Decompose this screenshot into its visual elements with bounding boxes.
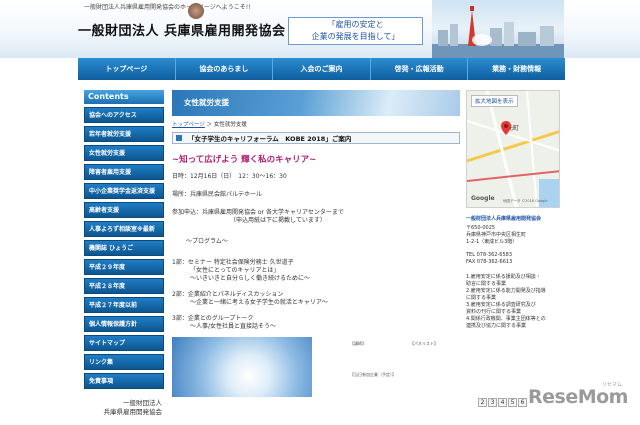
google-logo: Google [471, 195, 495, 202]
resemom-watermark: ReseMom [528, 386, 628, 408]
sidebar-heading: Contents [84, 90, 164, 104]
breadcrumb-separator: ＞ [204, 122, 214, 128]
sidebar-item-links[interactable]: リンク集 [84, 354, 164, 370]
sidebar-org-name: 一般財団法人 兵庫県雇用開発協会 [84, 399, 164, 417]
page-button[interactable]: 6 [518, 398, 527, 407]
program-part-2: 2部：企業紹介とパネルディスカッション [172, 291, 284, 298]
flyer-panelist-label: 【パネリスト】 [410, 341, 438, 346]
apply-note: （申込用紙は下に掲載しています） [230, 217, 326, 224]
enlarge-map-button[interactable]: 拡大地図を表示 [471, 95, 518, 107]
flyer-text-panel: 【講師】 【パネリスト】 【当日参加企業（予定）】 [312, 337, 460, 397]
program-part-1-subtitle: ～いきいきと自分らしく働き続けるために～ [190, 275, 311, 282]
telephone: TEL 078-362-6583 [466, 252, 513, 258]
sidebar-item-privacy[interactable]: 個人情報保護方針 [84, 316, 164, 332]
map-attribution: 地図データ ©2018 Google [503, 199, 548, 203]
pagination: 2 3 4 5 6 [478, 398, 528, 407]
main-content: 女性就労支援 トップページ ＞ 女性就労支援 「女子学生のキャリフォーラム KO… [172, 90, 460, 397]
sidebar-item-sitemap[interactable]: サイトマップ [84, 335, 164, 351]
nav-item-about[interactable]: 協会のあらまし [176, 58, 274, 80]
welcome-text: 一般財団法人兵庫県雇用開発協会のホームページへようこそ!! [84, 4, 251, 11]
flyer-companies-label: 【当日参加企業（予定）】 [350, 372, 396, 377]
slogan-box: 「雇用の安定と 企業の発展を目指して」 [288, 17, 423, 45]
breadcrumb-current: 女性就労支援 [213, 122, 247, 128]
kobe-skyline-image [432, 0, 564, 58]
event-flyer[interactable]: 【講師】 【パネリスト】 【当日参加企業（予定）】 [172, 337, 460, 397]
program-heading: ～プログラム～ [186, 238, 228, 245]
sidebar-item-h28[interactable]: 平成２８年度 [84, 278, 164, 294]
business-item: 助言に関する事業 [466, 281, 507, 287]
event-date: 日時：12月16日（日） 12：30～16：30 [172, 173, 287, 180]
address-line-1: 兵庫県神戸市中央区相生町 [466, 232, 527, 238]
slogan-line-2: 企業の発展を目指して」 [311, 32, 400, 41]
program-part-1: 1部：セミナー 特定社会保険労務士 久世道子 [172, 259, 294, 266]
nav-item-membership[interactable]: 入会のご案内 [273, 58, 371, 80]
apply-info: 参加申込：兵庫県雇用開発協会 or 各大学キャリアセンターまで [172, 209, 344, 216]
breadcrumb: トップページ ＞ 女性就労支援 [172, 120, 460, 128]
sidebar-item-disability[interactable]: 障害者雇用支援 [84, 164, 164, 180]
address-line-2: 1-2-1（東成ビル3階） [466, 239, 518, 245]
sidebar-item-magazine[interactable]: 機関誌 ひょうご [84, 240, 164, 256]
breadcrumb-home-link[interactable]: トップページ [172, 122, 205, 128]
page-button[interactable]: 2 [478, 398, 487, 407]
site-header: 一般財団法人兵庫県雇用開発協会のホームページへようこそ!! 一般財団法人 兵庫県… [0, 0, 640, 58]
business-item: 資料の刊行に関する事業 [466, 309, 522, 315]
nav-item-top[interactable]: トップページ [78, 58, 176, 80]
map-roads [467, 91, 559, 207]
sidebar-item-access[interactable]: 協会へのアクセス [84, 107, 164, 123]
business-list: 1.雇用安定に係る援助及び相談・ 助言に関する事業 2.雇用安定に係る能力開発及… [466, 274, 560, 330]
sidebar-item-youth[interactable]: 若年者就労支援 [84, 126, 164, 142]
sidebar-item-h27[interactable]: 平成２７年度以前 [84, 297, 164, 313]
port-tower-illustration [432, 6, 564, 58]
site-title[interactable]: 一般財団法人 兵庫県雇用開発協会 [78, 20, 286, 39]
article-title: 「女子学生のキャリフォーラム KOBE 2018」ご案内 [188, 135, 352, 143]
program-part-3: 3部：企業とのグループトーク [172, 315, 254, 322]
access-map[interactable]: 拡大地図を表示 元町 Google 地図データ ©2018 Google [466, 90, 560, 208]
page-button[interactable]: 4 [498, 398, 507, 407]
sidebar-org-line-2: 兵庫県雇用開発協会 [103, 408, 163, 416]
lecturer-photo [188, 3, 204, 19]
business-item: 4.関係行政機関、事業主団体等との [466, 316, 546, 322]
business-item: に関する事業 [466, 295, 497, 301]
program-part-3-subtitle: ～人事/女性社員と直接話そう～ [190, 323, 277, 330]
right-column: 拡大地図を表示 元町 Google 地図データ ©2018 Google 一般財… [466, 90, 560, 330]
nav-item-publicity[interactable]: 啓発・広報活動 [371, 58, 469, 80]
map-pin-icon [501, 121, 511, 135]
sidebar-item-elderly[interactable]: 高齢者支援 [84, 202, 164, 218]
program-part-1-title: 「女性にとってのキャリアとは」 [190, 267, 280, 274]
article-title-box: 「女子学生のキャリフォーラム KOBE 2018」ご案内 [172, 132, 460, 144]
event-headline: ~知って広げよう 輝く私のキャリア~ [172, 155, 317, 165]
sidebar: Contents 協会へのアクセス 若年者就労支援 女性就労支援 障害者雇用支援… [84, 90, 164, 417]
slogan-line-1: 「雇用の安定と [327, 20, 384, 29]
business-item: 2.雇用安定に係る能力開発及び指導 [466, 288, 546, 294]
main-navigation: トップページ 協会のあらまし 入会のご案内 啓発・広報活動 業務・財務情報 [78, 58, 565, 80]
sidebar-org-line-1: 一般財団法人 [123, 399, 162, 407]
business-item: 3.雇用安定に係る調査研究及び [466, 302, 536, 308]
event-venue: 場所：兵庫県民会館パルテホール [172, 191, 263, 198]
org-name: 一般財団法人兵庫県雇用開発協会 [466, 216, 542, 222]
nav-item-finance[interactable]: 業務・財務情報 [468, 58, 565, 80]
sidebar-item-hr-consult[interactable]: 人事よろず相談室※最新 [84, 221, 164, 237]
sidebar-item-disclaimer[interactable]: 免責事項 [84, 373, 164, 389]
page-banner: 女性就労支援 [172, 90, 460, 116]
page-button[interactable]: 5 [508, 398, 517, 407]
square-bullet-icon [176, 135, 182, 141]
sidebar-item-women[interactable]: 女性就労支援 [84, 145, 164, 161]
business-item: 連携及び協力に関する事業 [466, 323, 527, 329]
sidebar-item-h29[interactable]: 平成２９年度 [84, 259, 164, 275]
sidebar-item-scholarship[interactable]: 中小企業奨学金返済支援 [84, 183, 164, 199]
business-item: 1.雇用安定に係る援助及び相談・ [466, 274, 541, 280]
program-part-2-subtitle: ～企業と一緒に考える女子学生の就活とキャリア～ [190, 299, 328, 306]
flyer-photo-sky [172, 337, 312, 397]
page-button[interactable]: 3 [488, 398, 497, 407]
postal-code: 〒650-0025 [466, 225, 496, 231]
fax: FAX 078-362-6613 [466, 259, 513, 265]
